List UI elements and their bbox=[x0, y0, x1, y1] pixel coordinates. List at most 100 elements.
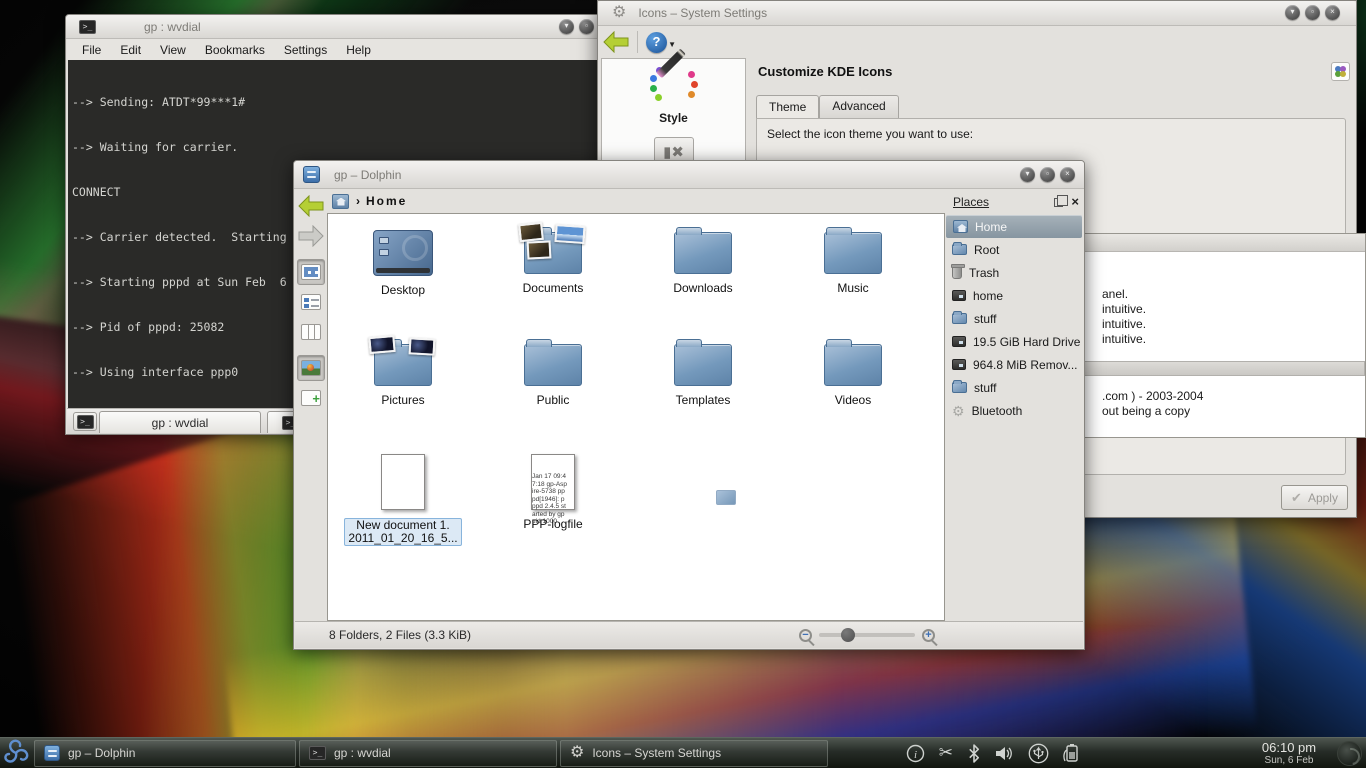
launcher-logo-icon[interactable] bbox=[1, 738, 31, 768]
maximize-button[interactable]: ▫ bbox=[1040, 167, 1055, 182]
taskbar-task-dolphin[interactable]: gp – Dolphin bbox=[34, 740, 296, 767]
close-button[interactable]: × bbox=[1060, 167, 1075, 182]
folder-item-documents[interactable]: Documents bbox=[478, 216, 628, 328]
folder-item-pictures[interactable]: Pictures bbox=[328, 328, 478, 440]
folder-item-music[interactable]: Music bbox=[778, 216, 928, 328]
folder-icon bbox=[524, 232, 582, 274]
home-icon bbox=[953, 220, 968, 233]
taskbar: gp – Dolphin >_ gp : wvdial ⚙ Icons – Sy… bbox=[0, 737, 1366, 768]
settings-title: Icons – System Settings bbox=[638, 6, 767, 20]
check-icon: ✔ bbox=[1291, 490, 1302, 506]
chevron-down-icon: ▼ bbox=[668, 35, 676, 55]
file-item-ppp-logfile[interactable]: Jan 17 09:4 7:18 gp-Asp ire-5738 pp pd[1… bbox=[478, 440, 628, 552]
menu-edit[interactable]: Edit bbox=[120, 43, 141, 57]
sidebar-item-style[interactable]: Style bbox=[602, 65, 745, 125]
dolphin-toolbar bbox=[295, 189, 327, 621]
selected-file-label: New document 1. 2011_01_20_16_5... bbox=[344, 518, 461, 546]
places-title: Places bbox=[953, 195, 989, 209]
dolphin-titlebar[interactable]: gp – Dolphin ▾ ▫ × bbox=[294, 161, 1084, 189]
battery-icon[interactable] bbox=[1063, 743, 1080, 763]
tab-advanced[interactable]: Advanced bbox=[819, 95, 898, 118]
places-item-stuff2[interactable]: stuff bbox=[945, 376, 1083, 399]
back-button[interactable] bbox=[297, 193, 325, 219]
folder-icon bbox=[674, 232, 732, 274]
thumbnail-artifact bbox=[716, 490, 736, 505]
taskbar-task-wvdial[interactable]: >_ gp : wvdial bbox=[299, 740, 557, 767]
places-item-hard-drive[interactable]: 19.5 GiB Hard Drive bbox=[945, 330, 1083, 353]
menu-view[interactable]: View bbox=[160, 43, 186, 57]
zoom-out-icon[interactable]: − bbox=[799, 629, 812, 642]
panel-toolbox-icon[interactable] bbox=[1337, 741, 1362, 766]
preview-toggle-button[interactable] bbox=[297, 355, 325, 381]
places-item-home[interactable]: Home bbox=[946, 215, 1082, 238]
file-item-new-document[interactable]: New document 1. 2011_01_20_16_5... bbox=[328, 440, 478, 552]
icons-module-icon bbox=[1331, 62, 1350, 81]
menu-bookmarks[interactable]: Bookmarks bbox=[205, 43, 265, 57]
details-view-button[interactable] bbox=[297, 289, 325, 315]
gear-icon: ⚙ bbox=[612, 5, 626, 21]
folder-icon bbox=[674, 344, 732, 386]
status-text: 8 Folders, 2 Files (3.3 KiB) bbox=[329, 628, 471, 642]
minimize-button[interactable]: ▾ bbox=[1285, 5, 1300, 20]
minimize-button[interactable]: ▾ bbox=[559, 19, 574, 34]
split-view-button[interactable] bbox=[297, 385, 325, 411]
terminal-titlebar[interactable]: >_ gp : wvdial ▾ ▫ × bbox=[66, 15, 616, 39]
taskbar-task-system-settings[interactable]: ⚙ Icons – System Settings bbox=[560, 740, 828, 767]
gear-icon: ⚙ bbox=[570, 745, 584, 761]
forward-icon bbox=[298, 225, 324, 247]
volume-icon[interactable] bbox=[995, 745, 1014, 762]
places-item-stuff[interactable]: stuff bbox=[945, 307, 1083, 330]
menu-help[interactable]: Help bbox=[346, 43, 371, 57]
forward-button[interactable] bbox=[297, 223, 325, 249]
home-icon[interactable] bbox=[332, 194, 349, 209]
konsole-icon: >_ bbox=[79, 20, 96, 34]
close-panel-icon[interactable]: × bbox=[1071, 197, 1079, 207]
places-item-bluetooth[interactable]: ⚙Bluetooth bbox=[945, 399, 1083, 422]
zoom-control: − + bbox=[799, 629, 935, 642]
menu-file[interactable]: File bbox=[82, 43, 101, 57]
bluetooth-icon[interactable] bbox=[967, 744, 981, 763]
places-item-root[interactable]: Root bbox=[945, 238, 1083, 261]
konsole-icon: >_ bbox=[77, 415, 94, 429]
close-button[interactable]: × bbox=[1325, 5, 1340, 20]
trash-icon bbox=[952, 266, 962, 279]
apply-button[interactable]: ✔ Apply bbox=[1281, 485, 1348, 510]
zoom-in-icon[interactable]: + bbox=[922, 629, 935, 642]
maximize-button[interactable]: ▫ bbox=[579, 19, 594, 34]
folder-icon bbox=[524, 344, 582, 386]
columns-view-button[interactable] bbox=[297, 319, 325, 345]
zoom-slider-handle[interactable] bbox=[841, 628, 855, 642]
places-item-trash[interactable]: Trash bbox=[945, 261, 1083, 284]
folder-icon bbox=[374, 344, 432, 386]
folder-item-downloads[interactable]: Downloads bbox=[628, 216, 778, 328]
tab-theme[interactable]: Theme bbox=[756, 95, 819, 118]
places-item-home-partition[interactable]: home bbox=[945, 284, 1083, 307]
folder-item-public[interactable]: Public bbox=[478, 328, 628, 440]
breadcrumb-home[interactable]: Home bbox=[366, 194, 407, 208]
info-icon[interactable]: i bbox=[906, 744, 925, 763]
clock[interactable]: 06:10 pm Sun, 6 Feb bbox=[1250, 741, 1328, 766]
icons-view-button[interactable] bbox=[297, 259, 325, 285]
settings-titlebar[interactable]: ⚙ Icons – System Settings ▾ ▫ × bbox=[598, 1, 1356, 26]
menu-settings[interactable]: Settings bbox=[284, 43, 327, 57]
klipper-scissors-icon[interactable]: ✂ bbox=[939, 743, 953, 763]
maximize-button[interactable]: ▫ bbox=[1305, 5, 1320, 20]
zoom-slider[interactable] bbox=[819, 633, 915, 637]
folder-icon bbox=[824, 232, 882, 274]
dolphin-icon bbox=[44, 745, 60, 761]
settings-tabs: Theme Advanced bbox=[756, 95, 899, 118]
back-icon[interactable] bbox=[603, 31, 629, 53]
folder-view[interactable]: Desktop Documents Downloads bbox=[327, 213, 945, 621]
konsole-icon: >_ bbox=[309, 746, 326, 760]
usb-device-icon[interactable] bbox=[1028, 743, 1049, 764]
new-tab-button[interactable]: >_ bbox=[73, 412, 97, 431]
minimize-button[interactable]: ▾ bbox=[1020, 167, 1035, 182]
terminal-tab[interactable]: gp : wvdial bbox=[99, 411, 261, 433]
help-button[interactable]: ? ▼ bbox=[646, 32, 667, 53]
folder-item-templates[interactable]: Templates bbox=[628, 328, 778, 440]
terminal-line: --> Sending: ATDT*99***1# bbox=[72, 95, 614, 110]
float-panel-icon[interactable] bbox=[1054, 198, 1063, 207]
folder-item-videos[interactable]: Videos bbox=[778, 328, 928, 440]
folder-item-desktop[interactable]: Desktop bbox=[328, 216, 478, 328]
places-item-removable[interactable]: 964.8 MiB Remov... bbox=[945, 353, 1083, 376]
